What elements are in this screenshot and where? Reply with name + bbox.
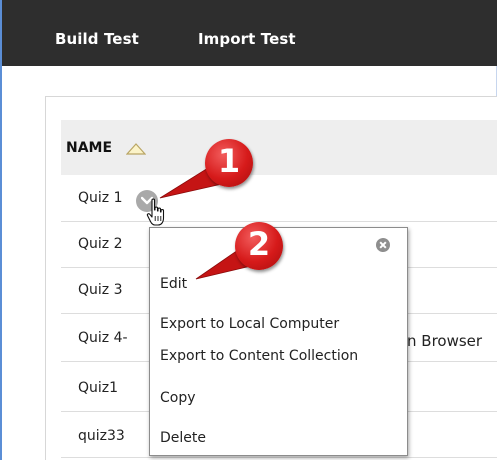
callout-badge-1: 1 [205,139,253,187]
test-name-link[interactable]: Quiz 4- [78,330,128,346]
test-name-link[interactable]: Quiz 1 [78,190,123,206]
build-test-button[interactable]: Build Test [55,30,139,48]
action-bar: Build Test Import Test [0,0,497,66]
table-row: Quiz 1 [61,176,497,222]
import-test-button[interactable]: Import Test [198,30,296,48]
test-name-link[interactable]: Quiz 3 [78,282,123,298]
test-name-link[interactable]: quiz33 [78,428,125,444]
menu-item-edit[interactable]: Edit [160,276,187,292]
sort-ascending-icon[interactable] [126,142,146,156]
test-name-link[interactable]: Quiz 2 [78,236,123,252]
test-description-fragment: n Browser [407,332,483,350]
test-name-link[interactable]: Quiz1 [78,380,118,396]
hand-cursor-icon [146,198,165,226]
close-icon[interactable] [376,238,390,252]
menu-item-copy[interactable]: Copy [160,390,196,406]
callout-number: 2 [247,225,271,263]
menu-item-export-local[interactable]: Export to Local Computer [160,316,339,332]
callout-number: 1 [217,142,241,180]
name-column-header[interactable]: NAME [66,140,112,156]
menu-item-delete[interactable]: Delete [160,430,206,446]
menu-item-export-content-collection[interactable]: Export to Content Collection [160,348,358,364]
callout-badge-2: 2 [235,222,283,270]
table-header-row: NAME [61,120,497,175]
